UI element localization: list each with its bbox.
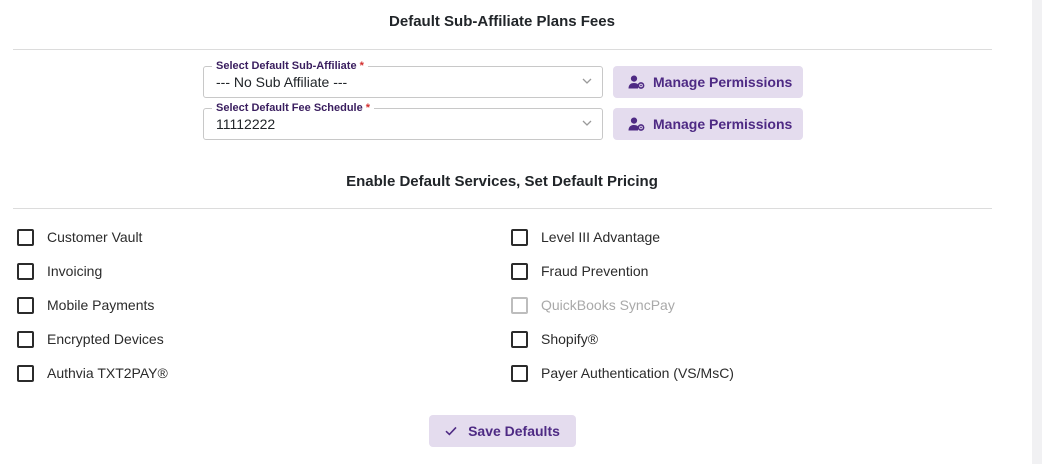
service-label: Mobile Payments [47,297,155,313]
manage-permissions-label: Manage Permissions [653,116,793,132]
save-defaults-button[interactable]: Save Defaults [429,415,576,447]
service-label: Shopify® [541,331,599,347]
service-label: Invoicing [47,263,103,279]
fee-schedule-value: 11112222 [216,116,276,132]
user-gear-icon [628,117,645,131]
service-label: QuickBooks SyncPay [541,297,675,313]
service-authvia-txt2pay[interactable]: Authvia TXT2PAY® [17,363,168,383]
plans-fees-heading: Default Sub-Affiliate Plans Fees [389,13,615,30]
service-mobile-payments[interactable]: Mobile Payments [17,295,154,315]
service-invoicing[interactable]: Invoicing [17,261,102,281]
manage-permissions-button[interactable]: Manage Permissions [613,66,803,98]
service-label: Level III Advantage [541,229,661,245]
sub-affiliate-value: --- No Sub Affiliate --- [216,74,348,90]
service-payer-authentication[interactable]: Payer Authentication (VS/MsC) [511,363,734,383]
default-services-heading: Enable Default Services, Set Default Pri… [346,173,658,190]
checkbox[interactable] [17,364,34,382]
service-label: Fraud Prevention [541,263,649,279]
checkbox[interactable] [511,330,528,348]
scrollbar-track[interactable] [1032,0,1042,464]
checkbox[interactable] [17,228,34,246]
checkbox[interactable] [17,262,34,280]
manage-permissions-label: Manage Permissions [653,74,793,90]
service-shopify[interactable]: Shopify® [511,329,598,349]
checkbox[interactable] [511,228,528,246]
service-label: Authvia TXT2PAY® [47,365,168,381]
service-label: Encrypted Devices [47,331,164,347]
checkbox-disabled [511,296,528,314]
user-gear-icon [628,75,645,89]
chevron-down-icon [582,120,592,126]
manage-permissions-button[interactable]: Manage Permissions [613,108,803,140]
service-quickbooks-syncpay: QuickBooks SyncPay [511,295,675,315]
checkbox[interactable] [511,262,528,280]
service-fraud-prevention[interactable]: Fraud Prevention [511,261,648,281]
service-level-iii-advantage[interactable]: Level III Advantage [511,227,660,247]
chevron-down-icon [582,78,592,84]
section-divider [13,49,992,50]
sub-affiliate-select[interactable]: Select Default Sub-Affiliate * --- No Su… [203,59,603,98]
required-mark: * [359,60,364,72]
sub-affiliate-label: Select Default Sub-Affiliate * [212,59,368,73]
service-customer-vault[interactable]: Customer Vault [17,227,142,247]
section-divider [13,208,992,209]
checkbox[interactable] [17,330,34,348]
required-mark: * [365,102,371,114]
fee-schedule-select[interactable]: Select Default Fee Schedule * 11112222 [203,101,603,140]
service-label: Payer Authentication (VS/MsC) [541,365,734,381]
service-label: Customer Vault [47,229,143,245]
save-defaults-label: Save Defaults [468,423,560,439]
check-icon [445,426,457,436]
checkbox[interactable] [511,364,528,382]
checkbox[interactable] [17,296,34,314]
service-encrypted-devices[interactable]: Encrypted Devices [17,329,164,349]
fee-schedule-label: Select Default Fee Schedule * [212,101,375,115]
